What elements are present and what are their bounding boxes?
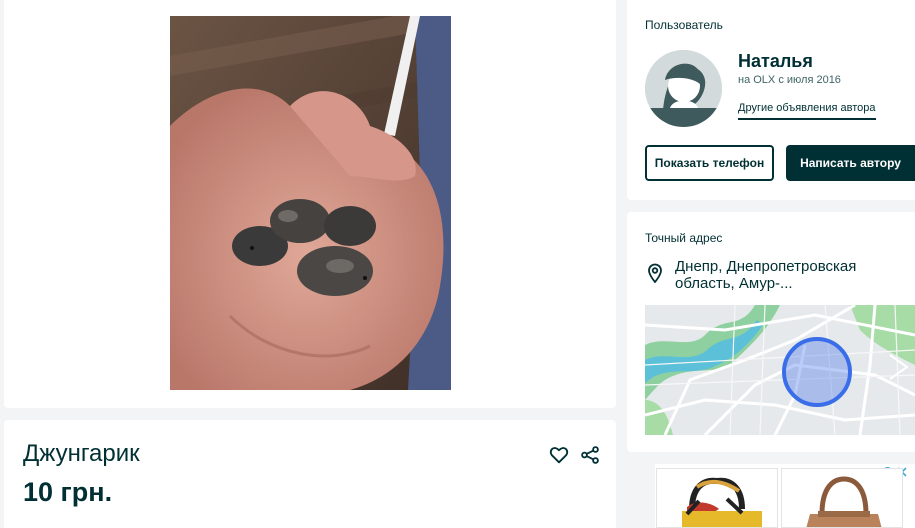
listing-summary: Джунгарик 10 грн. bbox=[4, 420, 616, 528]
write-author-button[interactable]: Написать автору bbox=[786, 145, 915, 181]
ad-product-image[interactable] bbox=[656, 468, 778, 528]
seller-name: Наталья bbox=[738, 51, 813, 71]
location-address: Днепр, Днепропетровская область, Амур-..… bbox=[675, 258, 857, 292]
seller-card: Пользователь Наталья на OLX с июля 2016 … bbox=[627, 0, 915, 200]
other-ads-link[interactable]: Другие объявления автора bbox=[738, 102, 876, 120]
heart-icon[interactable] bbox=[548, 444, 570, 466]
location-section-label: Точный адрес bbox=[645, 231, 723, 245]
location-map[interactable] bbox=[645, 305, 915, 435]
avatar bbox=[645, 50, 722, 127]
photo-gallery bbox=[4, 0, 616, 408]
seller-member-since: на OLX с июля 2016 bbox=[738, 74, 841, 86]
location-card: Точный адрес Днепр, Днепропетровская обл… bbox=[627, 212, 915, 452]
map-pin-icon bbox=[647, 263, 663, 284]
share-icon[interactable] bbox=[579, 444, 601, 466]
listing-photo[interactable] bbox=[170, 16, 451, 390]
listing-price: 10 грн. bbox=[23, 477, 113, 507]
seller-section-label: Пользователь bbox=[645, 18, 723, 32]
advertisement: i bbox=[655, 464, 915, 528]
listing-title: Джунгарик bbox=[23, 440, 140, 467]
show-phone-button[interactable]: Показать телефон bbox=[645, 145, 774, 181]
ad-product-image[interactable] bbox=[781, 468, 903, 528]
